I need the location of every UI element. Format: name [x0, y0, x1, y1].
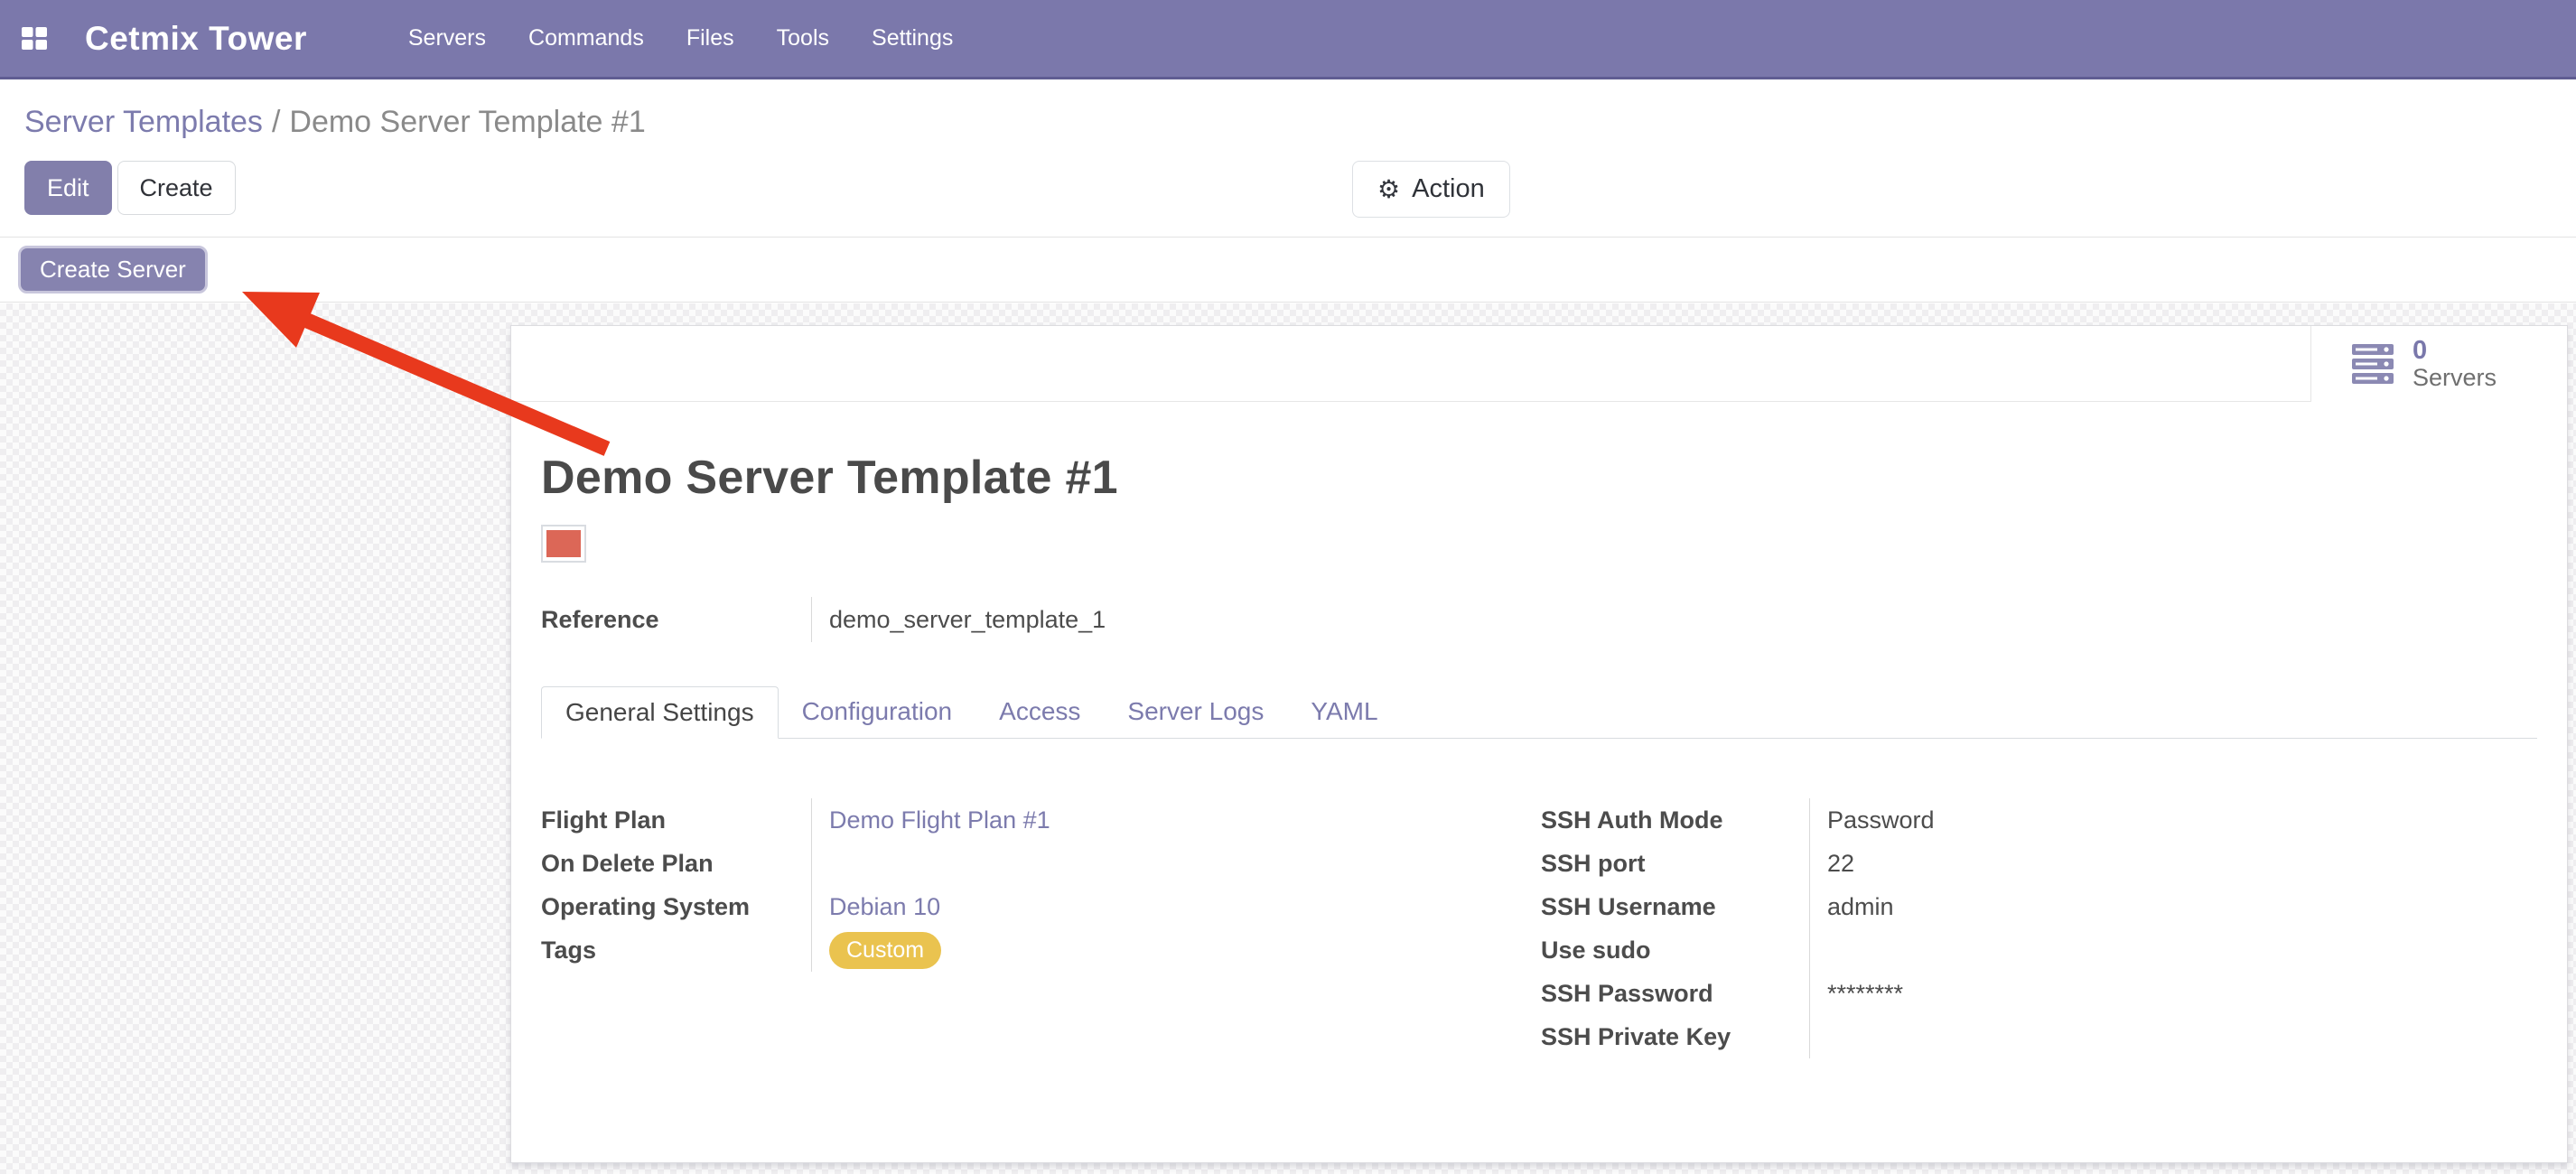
notebook-tabs: General Settings Configuration Access Se… [541, 685, 2537, 739]
reference-field-row: Reference demo_server_template_1 [541, 597, 2537, 642]
breadcrumb-parent-link[interactable]: Server Templates [24, 105, 263, 139]
field-label: Flight Plan [541, 806, 811, 834]
fields-left-group: Flight Plan Demo Flight Plan #1 On Delet… [541, 798, 1541, 1058]
field-row-ssh-private-key: SSH Private Key [1541, 1015, 2537, 1058]
field-label: Tags [541, 936, 811, 964]
tab-general-settings[interactable]: General Settings [541, 686, 779, 739]
stat-button-text: 0 Servers [2413, 337, 2497, 391]
empty-field-value [811, 842, 1541, 885]
servers-count: 0 [2413, 337, 2497, 365]
reference-label: Reference [541, 606, 811, 634]
field-row-on-delete-plan: On Delete Plan [541, 842, 1541, 885]
field-row-ssh-password: SSH Password ******** [1541, 972, 2537, 1015]
nav-item-commands[interactable]: Commands [528, 25, 644, 51]
tab-access[interactable]: Access [975, 685, 1104, 738]
apps-menu-icon[interactable] [14, 19, 54, 59]
field-row-use-sudo: Use sudo [1541, 928, 2537, 972]
ssh-auth-mode-value: Password [1809, 798, 2537, 842]
nav-item-settings[interactable]: Settings [872, 25, 953, 51]
sheet-body: Demo Server Template #1 Reference demo_s… [511, 451, 2567, 1058]
top-navbar: Cetmix Tower Servers Commands Files Tool… [0, 0, 2576, 79]
empty-field-value [1809, 1015, 2537, 1058]
tag-badge-custom: Custom [829, 932, 941, 969]
action-dropdown-button[interactable]: ⚙ Action [1352, 161, 1510, 218]
breadcrumb: Server Templates/Demo Server Template #1 [24, 105, 646, 140]
main-menu: Servers Commands Files Tools Settings [408, 25, 953, 51]
breadcrumb-current: Demo Server Template #1 [289, 105, 645, 139]
field-row-flight-plan: Flight Plan Demo Flight Plan #1 [541, 798, 1541, 842]
fields-right-group: SSH Auth Mode Password SSH port 22 SSH U… [1541, 798, 2537, 1058]
general-settings-fields: Flight Plan Demo Flight Plan #1 On Delet… [541, 798, 2537, 1058]
field-label: SSH port [1541, 850, 1809, 878]
field-label: Use sudo [1541, 936, 1809, 964]
field-label: SSH Auth Mode [1541, 806, 1809, 834]
tab-configuration[interactable]: Configuration [779, 685, 976, 738]
reference-value: demo_server_template_1 [811, 597, 1106, 642]
grid-icon [22, 27, 47, 50]
breadcrumb-separator: / [263, 105, 289, 139]
color-swatch-fill [546, 530, 581, 557]
empty-field-value [1809, 928, 2537, 972]
field-row-ssh-port: SSH port 22 [1541, 842, 2537, 885]
edit-button[interactable]: Edit [24, 161, 112, 215]
field-label: SSH Password [1541, 980, 1809, 1008]
tab-yaml[interactable]: YAML [1287, 685, 1401, 738]
field-label: On Delete Plan [541, 850, 811, 878]
form-view-background: 0 Servers Demo Server Template #1 Refere… [0, 303, 2576, 1174]
button-box-ribbon: 0 Servers [511, 326, 2567, 402]
field-row-ssh-auth-mode: SSH Auth Mode Password [1541, 798, 2537, 842]
field-label: SSH Private Key [1541, 1023, 1809, 1051]
servers-count-label: Servers [2413, 365, 2497, 391]
ssh-password-masked-value: ******** [1809, 972, 2537, 1015]
record-title: Demo Server Template #1 [541, 451, 2537, 505]
servers-stat-button[interactable]: 0 Servers [2310, 326, 2567, 402]
server-template-sheet: 0 Servers Demo Server Template #1 Refere… [510, 325, 2568, 1163]
control-panel-buttons: Edit Create [24, 161, 236, 215]
ssh-username-value: admin [1809, 885, 2537, 928]
nav-item-tools[interactable]: Tools [777, 25, 829, 51]
tab-server-logs[interactable]: Server Logs [1104, 685, 1287, 738]
field-label: SSH Username [1541, 893, 1809, 921]
form-status-bar: Create Server [0, 237, 2576, 303]
nav-item-files[interactable]: Files [686, 25, 734, 51]
operating-system-link[interactable]: Debian 10 [829, 893, 940, 921]
app-brand-title: Cetmix Tower [85, 20, 307, 58]
action-button-label: Action [1412, 174, 1485, 204]
flight-plan-link[interactable]: Demo Flight Plan #1 [829, 806, 1050, 834]
field-row-operating-system: Operating System Debian 10 [541, 885, 1541, 928]
create-button[interactable]: Create [117, 161, 236, 215]
field-label: Operating System [541, 893, 811, 921]
ssh-port-value: 22 [1809, 842, 2537, 885]
gear-icon: ⚙ [1377, 177, 1400, 202]
create-server-button[interactable]: Create Server [18, 246, 208, 294]
field-row-ssh-username: SSH Username admin [1541, 885, 2537, 928]
color-picker-swatch [541, 525, 586, 563]
field-row-tags: Tags Custom [541, 928, 1541, 972]
nav-item-servers[interactable]: Servers [408, 25, 486, 51]
servers-stack-icon [2351, 343, 2394, 385]
